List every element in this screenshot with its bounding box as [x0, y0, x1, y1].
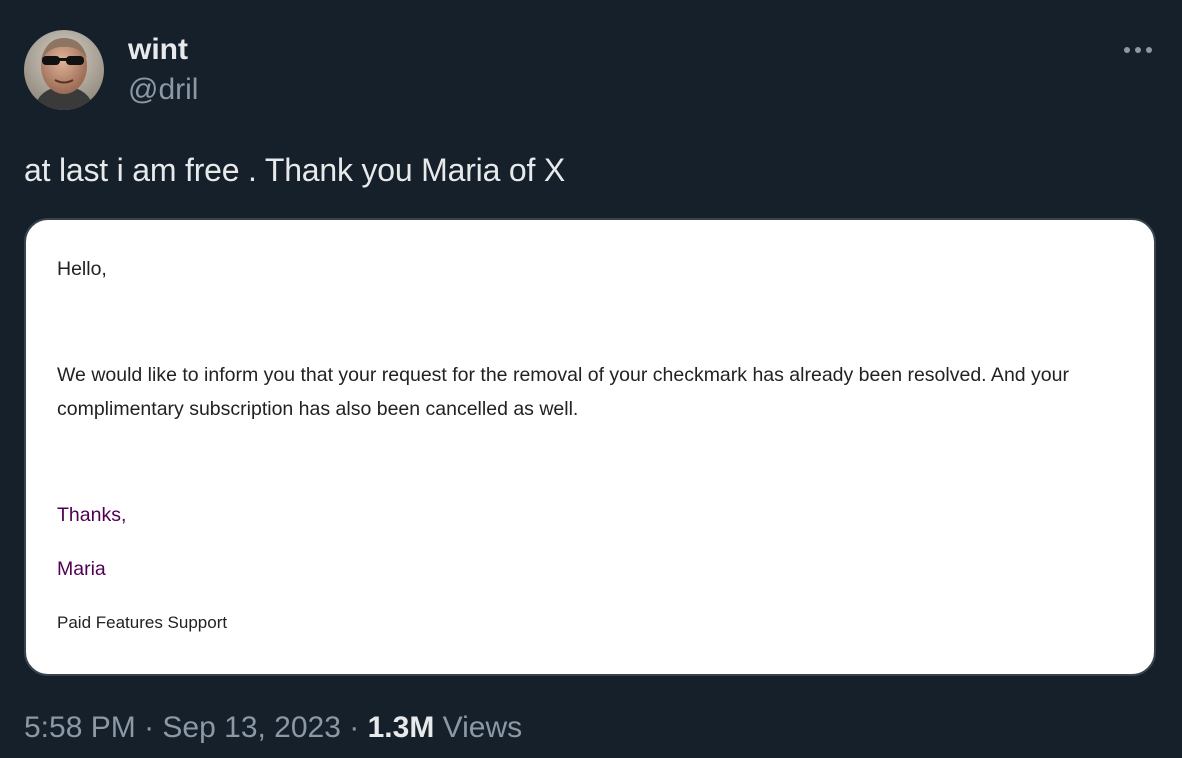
- user-handle[interactable]: @dril: [128, 70, 198, 110]
- views-count: 1.3M: [367, 711, 435, 744]
- email-signature-name: Maria: [57, 558, 106, 580]
- more-horizontal-icon: [1124, 47, 1152, 53]
- email-closing: Thanks,: [57, 504, 127, 526]
- email-greeting: Hello,: [57, 258, 107, 280]
- avatar[interactable]: [24, 30, 104, 110]
- email-body-line-2: complimentary subscription has also been…: [57, 398, 579, 420]
- tweet-text: at last i am free . Thank you Maria of X: [24, 152, 565, 188]
- email-body-line-1: We would like to inform you that your re…: [57, 364, 1069, 386]
- tweet-date[interactable]: Sep 13, 2023: [162, 711, 341, 744]
- tweet-meta: 5:58 PM · Sep 13, 2023 · 1.3M Views: [24, 708, 522, 748]
- meta-separator: ·: [349, 711, 360, 744]
- attached-image[interactable]: Hello, We would like to inform you that …: [24, 218, 1156, 676]
- tweet-time[interactable]: 5:58 PM: [24, 711, 136, 744]
- display-name[interactable]: wint: [128, 30, 188, 70]
- avatar-image: [24, 30, 104, 110]
- more-options-button[interactable]: [1116, 30, 1160, 70]
- email-signature-team: Paid Features Support: [57, 613, 228, 632]
- views-label: Views: [442, 711, 523, 744]
- views-link[interactable]: 1.3M Views: [368, 711, 523, 744]
- meta-separator: ·: [144, 711, 155, 744]
